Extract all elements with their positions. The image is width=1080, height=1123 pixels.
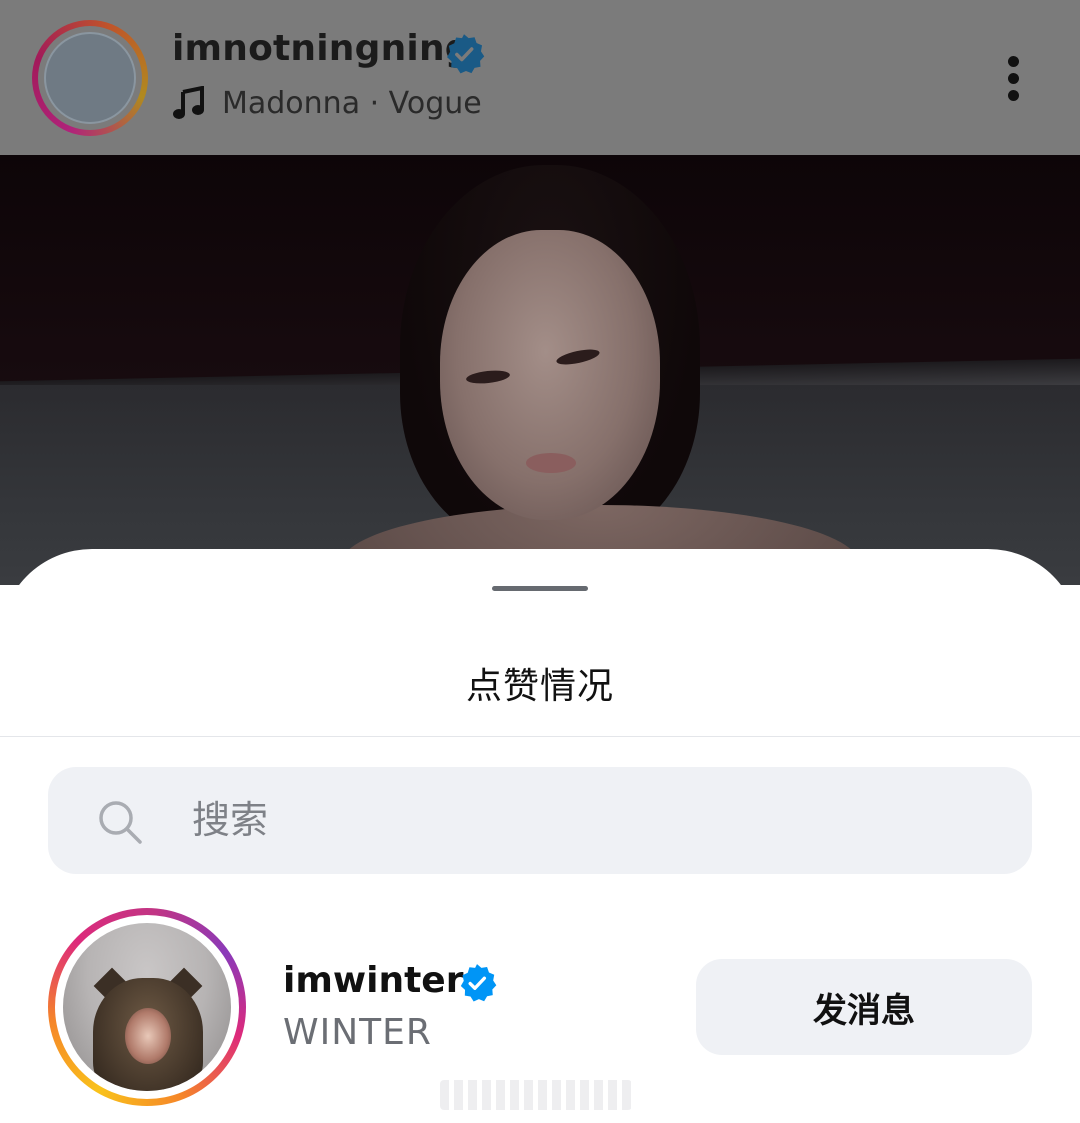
post-header: imnotningning Madonna · Vogue (0, 0, 1080, 155)
liker-avatar[interactable] (48, 908, 246, 1106)
post-photo (0, 155, 1080, 585)
liker-username[interactable]: imwinter (283, 960, 463, 1001)
sheet-drag-handle[interactable] (492, 586, 588, 591)
search-input[interactable] (192, 795, 972, 845)
message-button[interactable]: 发消息 (696, 959, 1032, 1055)
sheet-divider (0, 736, 1080, 737)
watermark (440, 1080, 632, 1110)
liker-row[interactable]: imwinter WINTER 发消息 (0, 906, 1080, 1106)
post-author-username[interactable]: imnotningning (172, 28, 471, 69)
sheet-title: 点赞情况 (465, 666, 614, 707)
search-bar[interactable] (48, 767, 1032, 874)
verified-badge-icon (447, 34, 485, 74)
post-author-avatar[interactable] (32, 20, 148, 136)
liker-full-name: WINTER (283, 1012, 432, 1053)
likes-sheet: 点赞情况 imwinter WINTER 发消息 (0, 549, 1080, 1123)
music-note-icon (173, 86, 204, 119)
post-music-label[interactable]: Madonna · Vogue (222, 86, 482, 121)
more-options-icon[interactable] (996, 52, 1032, 104)
verified-badge-icon (460, 964, 497, 1002)
search-icon (99, 801, 142, 844)
